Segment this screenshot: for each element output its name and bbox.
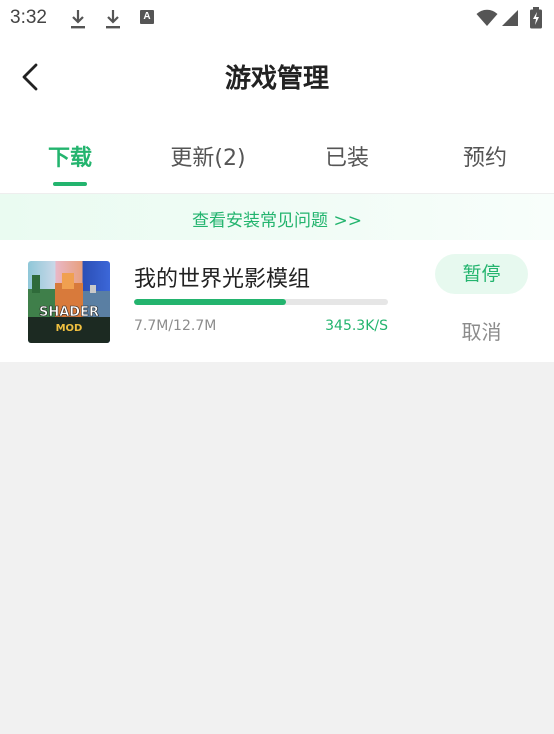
download-progress-bar xyxy=(134,299,388,305)
signal-icon xyxy=(502,10,518,26)
pause-button[interactable]: 暂停 xyxy=(435,254,528,294)
status-time: 3:32 xyxy=(10,7,47,28)
cancel-button[interactable]: 取消 xyxy=(435,316,528,345)
status-bar: 3:32 A xyxy=(0,0,554,38)
tab-reserve[interactable]: 预约 xyxy=(430,140,540,172)
download-icon xyxy=(71,10,85,29)
a-icon: A xyxy=(140,10,154,24)
battery-charging-icon xyxy=(530,7,542,29)
tab-indicator xyxy=(53,182,87,186)
divider xyxy=(0,362,554,364)
page-title: 游戏管理 xyxy=(224,64,329,94)
download-progress-fill xyxy=(134,299,287,305)
tab-download[interactable]: 下载 xyxy=(15,140,125,172)
download-icon xyxy=(106,10,120,29)
tab-update[interactable]: 更新(2) xyxy=(153,140,263,172)
tab-installed[interactable]: 已装 xyxy=(292,140,402,172)
game-icon[interactable]: SHADER MOD xyxy=(28,261,110,343)
game-name[interactable]: 我的世界光影模组 xyxy=(134,261,310,293)
download-size: 7.7M/12.7M xyxy=(134,318,217,334)
faq-banner-text: 查看安装常见问题 >> xyxy=(192,211,362,231)
svg-text:MOD: MOD xyxy=(56,323,83,334)
svg-text:SHADER: SHADER xyxy=(39,305,99,320)
faq-banner[interactable]: 查看安装常见问题 >> xyxy=(0,194,554,240)
wifi-icon xyxy=(476,9,498,26)
download-speed: 345.3K/S xyxy=(325,318,388,334)
main-panel: 3:32 A 游戏管理 下载 更新(2) 已装 预约 查看安装常见问题 >> S… xyxy=(0,0,554,364)
